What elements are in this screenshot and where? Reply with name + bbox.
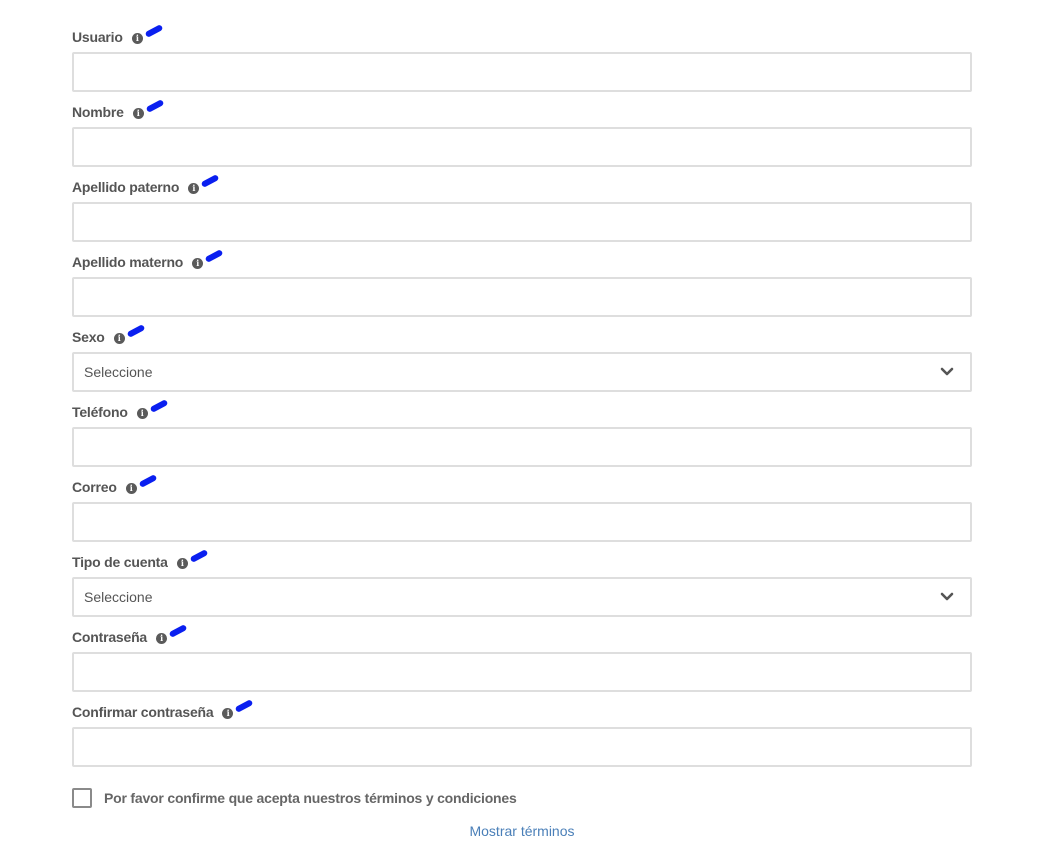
field-sexo: Sexo i Seleccione bbox=[72, 324, 972, 402]
nombre-label: Nombre bbox=[72, 104, 124, 120]
info-icon[interactable]: i bbox=[188, 182, 200, 194]
info-icon[interactable]: i bbox=[156, 632, 168, 644]
annotation-mark bbox=[200, 174, 220, 188]
confirmar-contrasena-label: Confirmar contraseña bbox=[72, 704, 214, 720]
annotation-mark bbox=[138, 474, 158, 488]
apellido-paterno-input[interactable] bbox=[72, 202, 972, 242]
field-usuario: Usuario i bbox=[72, 24, 972, 102]
annotation-mark bbox=[168, 624, 188, 638]
annotation-mark bbox=[144, 24, 164, 38]
field-label-row: Teléfono i bbox=[72, 399, 972, 422]
apellido-paterno-label: Apellido paterno bbox=[72, 179, 180, 195]
sexo-select[interactable]: Seleccione bbox=[72, 352, 972, 392]
tipo-de-cuenta-select[interactable]: Seleccione bbox=[72, 577, 972, 617]
field-apellido-paterno: Apellido paterno i bbox=[72, 174, 972, 252]
field-label-row: Correo i bbox=[72, 474, 972, 497]
field-confirmar-contrasena: Confirmar contraseña i bbox=[72, 699, 972, 777]
confirmar-contrasena-input[interactable] bbox=[72, 727, 972, 767]
info-icon[interactable]: i bbox=[222, 707, 234, 719]
field-tipo-de-cuenta: Tipo de cuenta i Seleccione bbox=[72, 549, 972, 627]
info-icon[interactable]: i bbox=[113, 332, 125, 344]
usuario-label: Usuario bbox=[72, 29, 123, 45]
info-icon[interactable]: i bbox=[131, 32, 143, 44]
field-label-row: Tipo de cuenta i bbox=[72, 549, 972, 572]
field-label-row: Confirmar contraseña i bbox=[72, 699, 972, 722]
field-label-row: Usuario i bbox=[72, 24, 972, 47]
telefono-label: Teléfono bbox=[72, 404, 128, 420]
field-nombre: Nombre i bbox=[72, 99, 972, 177]
field-label-row: Apellido paterno i bbox=[72, 174, 972, 197]
sexo-label: Sexo bbox=[72, 329, 105, 345]
sexo-select-value: Seleccione bbox=[84, 364, 153, 380]
annotation-mark bbox=[149, 399, 169, 413]
annotation-mark bbox=[204, 249, 224, 263]
tipo-de-cuenta-label: Tipo de cuenta bbox=[72, 554, 168, 570]
field-apellido-materno: Apellido materno i bbox=[72, 249, 972, 327]
nombre-input[interactable] bbox=[72, 127, 972, 167]
terms-checkbox[interactable] bbox=[72, 788, 92, 808]
registration-form: Usuario i Nombre i Apellido paterno i Ap… bbox=[72, 24, 972, 777]
info-icon[interactable]: i bbox=[136, 407, 148, 419]
annotation-mark bbox=[189, 549, 209, 563]
contrasena-input[interactable] bbox=[72, 652, 972, 692]
annotation-mark bbox=[145, 99, 165, 113]
correo-label: Correo bbox=[72, 479, 117, 495]
field-contrasena: Contraseña i bbox=[72, 624, 972, 702]
info-icon[interactable]: i bbox=[132, 107, 144, 119]
info-icon[interactable]: i bbox=[125, 482, 137, 494]
field-label-row: Apellido materno i bbox=[72, 249, 972, 272]
apellido-materno-input[interactable] bbox=[72, 277, 972, 317]
contrasena-label: Contraseña bbox=[72, 629, 148, 645]
field-label-row: Contraseña i bbox=[72, 624, 972, 647]
telefono-input[interactable] bbox=[72, 427, 972, 467]
chevron-down-icon bbox=[940, 367, 954, 376]
field-label-row: Sexo i bbox=[72, 324, 972, 347]
field-label-row: Nombre i bbox=[72, 99, 972, 122]
show-terms-link[interactable]: Mostrar términos bbox=[0, 823, 1044, 839]
field-telefono: Teléfono i bbox=[72, 399, 972, 477]
tipo-de-cuenta-select-value: Seleccione bbox=[84, 589, 153, 605]
info-icon[interactable]: i bbox=[192, 257, 204, 269]
apellido-materno-label: Apellido materno bbox=[72, 254, 184, 270]
info-icon[interactable]: i bbox=[176, 557, 188, 569]
correo-input[interactable] bbox=[72, 502, 972, 542]
terms-row: Por favor confirme que acepta nuestros t… bbox=[72, 788, 517, 808]
field-correo: Correo i bbox=[72, 474, 972, 552]
annotation-mark bbox=[235, 699, 254, 713]
chevron-down-icon bbox=[940, 592, 954, 601]
terms-checkbox-label: Por favor confirme que acepta nuestros t… bbox=[104, 790, 517, 806]
annotation-mark bbox=[126, 324, 146, 338]
usuario-input[interactable] bbox=[72, 52, 972, 92]
